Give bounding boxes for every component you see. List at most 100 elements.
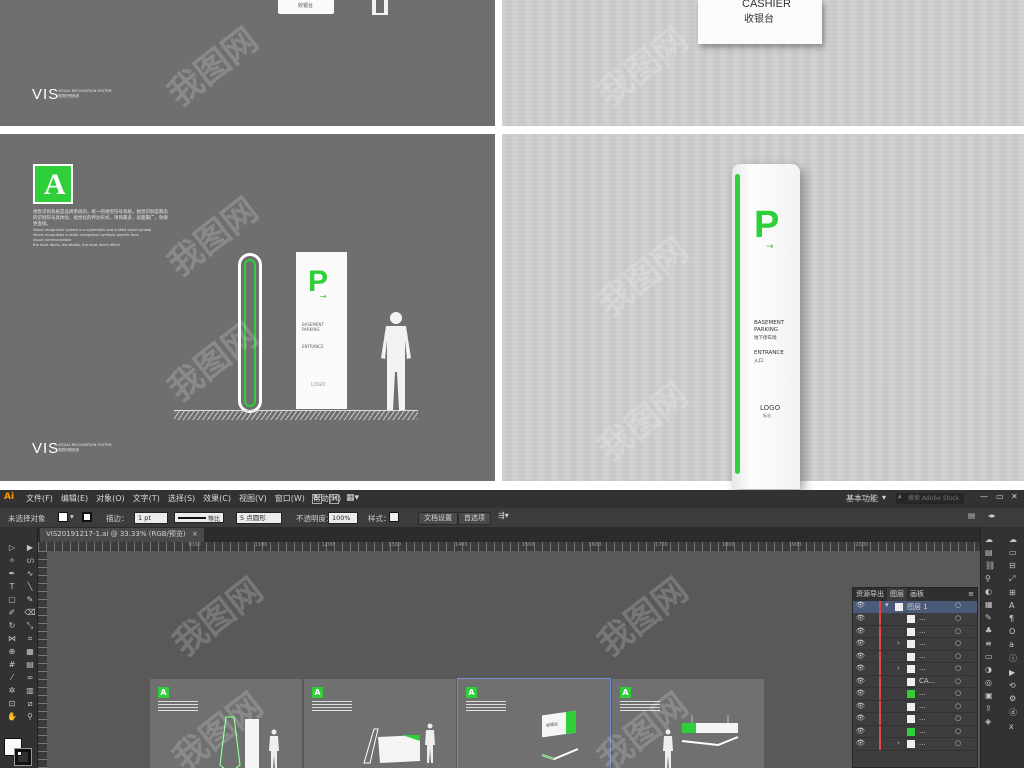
lasso-tool-icon[interactable]: ഗ <box>24 555 36 566</box>
selection-tool-icon[interactable]: ▷ <box>6 542 18 553</box>
stock-search[interactable]: ⌕ <box>896 493 964 504</box>
menu-file[interactable]: 文件(F) <box>22 492 57 506</box>
maximize-icon[interactable]: ▭ <box>996 492 1004 501</box>
stock-search-input[interactable] <box>908 494 962 503</box>
visibility-eye-icon[interactable]: 👁 <box>856 727 865 735</box>
opacity-field[interactable]: 100% <box>328 512 358 524</box>
artboard-3[interactable]: A 收银台 <box>457 678 611 768</box>
visibility-eye-icon[interactable]: 👁 <box>856 639 865 647</box>
visibility-eye-icon[interactable]: 👁 <box>856 702 865 710</box>
visibility-eye-icon[interactable]: 👁 <box>856 601 865 609</box>
slice-tool-icon[interactable]: ⧄ <box>24 698 36 709</box>
artboard-2[interactable]: A <box>304 679 456 768</box>
menu-window[interactable]: 窗口(W) <box>271 492 309 506</box>
app-icon[interactable]: Ai <box>4 492 14 502</box>
target-circle-icon[interactable]: ○ <box>955 627 961 635</box>
artboards-icon[interactable]: ▭ <box>1009 548 1017 557</box>
shaper-tool-icon[interactable]: ✐ <box>6 607 18 618</box>
properties-icon[interactable]: ▤ <box>985 548 995 557</box>
paragraph-icon[interactable]: ¶ <box>1009 614 1017 623</box>
visibility-eye-icon[interactable]: 👁 <box>856 652 865 660</box>
align-icon[interactable]: ⊟ <box>1009 561 1017 570</box>
stock-icon[interactable]: St <box>329 494 339 504</box>
blend-tool-icon[interactable]: ∞ <box>24 672 36 683</box>
target-circle-icon[interactable]: ○ <box>955 601 961 609</box>
curvature-tool-icon[interactable]: ∿ <box>24 568 36 579</box>
visibility-eye-icon[interactable]: 👁 <box>856 714 865 722</box>
direct-selection-tool-icon[interactable]: ▶ <box>24 542 36 553</box>
fill-chevron-icon[interactable]: ▾ <box>70 512 74 521</box>
gradient-tool-icon[interactable]: ▤ <box>24 659 36 670</box>
fill-swatch[interactable] <box>58 512 68 522</box>
panel-collapse-icon[interactable]: ◂▸ <box>988 511 996 520</box>
minimize-icon[interactable]: — <box>980 492 988 501</box>
layer-row[interactable]: 👁 ... ○ <box>853 725 977 738</box>
layer-expand-icon[interactable]: ▾ <box>885 601 889 609</box>
graphic-styles-icon[interactable]: ▣ <box>985 691 995 700</box>
menu-object[interactable]: 对象(O) <box>92 492 129 506</box>
opentype-icon[interactable]: O <box>1009 627 1017 636</box>
panel-menu-icon[interactable]: ≡ <box>968 588 977 601</box>
character-icon[interactable]: A <box>1009 601 1017 610</box>
target-circle-icon[interactable]: ○ <box>955 727 961 735</box>
layer-row[interactable]: 👁 ... ○ <box>853 700 977 713</box>
target-circle-icon[interactable]: ○ <box>955 664 961 672</box>
layer-row[interactable]: 👁 ... ○ <box>853 625 977 638</box>
target-circle-icon[interactable]: ○ <box>955 652 961 660</box>
style-swatch[interactable] <box>389 512 399 522</box>
preferences-button[interactable]: 首选项 <box>458 512 491 525</box>
document-tab[interactable]: VIS20191217-1.ai @ 33.33% (RGB/预览) × <box>40 528 204 542</box>
layer-row[interactable]: 👁 › ... ○ <box>853 738 977 751</box>
layer-expand-icon[interactable]: › <box>897 639 900 647</box>
symbols-icon[interactable]: ♣ <box>985 626 995 635</box>
document-tab-close-icon[interactable]: × <box>192 530 198 538</box>
layer-row-main[interactable]: 👁 ▾ 图层 1 ○ <box>853 601 977 613</box>
tab-artboards[interactable]: 画板 <box>907 588 927 601</box>
target-circle-icon[interactable]: ○ <box>955 714 961 722</box>
visibility-eye-icon[interactable]: 👁 <box>856 627 865 635</box>
target-circle-icon[interactable]: ○ <box>955 702 961 710</box>
layer-row[interactable]: 👁 › ... ○ <box>853 638 977 651</box>
symbol-sprayer-tool-icon[interactable]: ✲ <box>6 685 18 696</box>
visibility-eye-icon[interactable]: 👁 <box>856 677 865 685</box>
magic-wand-tool-icon[interactable]: ✧ <box>6 555 18 566</box>
workspace-chevron-icon[interactable]: ▾ <box>882 493 886 502</box>
layer-row[interactable]: 👁 › ... ○ <box>853 663 977 676</box>
rectangle-tool-icon[interactable]: ▢ <box>6 594 18 605</box>
workspace-switcher[interactable]: 基本功能 <box>846 493 878 504</box>
document-info-icon[interactable]: ⓓ <box>1009 707 1017 718</box>
menu-select[interactable]: 选择(S) <box>164 492 199 506</box>
pathfinder-icon[interactable]: ⊞ <box>1009 588 1017 597</box>
navigator-icon[interactable]: ⚲ <box>985 574 995 583</box>
line-tool-icon[interactable]: ╲ <box>24 581 36 592</box>
target-circle-icon[interactable]: ○ <box>955 689 961 697</box>
menu-view[interactable]: 视图(V) <box>235 492 271 506</box>
eyedropper-tool-icon[interactable]: ⁄ <box>6 672 18 683</box>
canvas[interactable]: A A A 收银台 A 资源导出 图层 画板 ≡ 👁 ▾ 图层 1 ○ 👁 ..… <box>47 551 980 768</box>
layer-row[interactable]: 👁 ... ○ <box>853 713 977 726</box>
width-tool-icon[interactable]: ⋈ <box>6 633 18 644</box>
pen-tool-icon[interactable]: ✒ <box>6 568 18 579</box>
close-icon[interactable]: ✕ <box>1011 492 1018 501</box>
libraries-icon[interactable]: ☁ <box>985 535 995 544</box>
brushes-icon[interactable]: ✎ <box>985 613 995 622</box>
bridge-icon[interactable]: Br <box>312 494 322 504</box>
brush-definition[interactable]: 5 点圆形 <box>236 512 282 524</box>
info-icon[interactable]: ⓘ <box>1009 653 1017 664</box>
perspective-grid-tool-icon[interactable]: ▦ <box>24 646 36 657</box>
arrange-documents-icon[interactable]: ⇶▾ <box>498 511 509 520</box>
graph-tool-icon[interactable]: ▥ <box>24 685 36 696</box>
visibility-eye-icon[interactable]: 👁 <box>856 664 865 672</box>
actions-icon[interactable]: ▶ <box>1009 668 1017 677</box>
hand-tool-icon[interactable]: ✋ <box>6 711 18 722</box>
layer-row[interactable]: 👁 ... ○ <box>853 613 977 626</box>
appearance-icon[interactable]: ◎ <box>985 678 995 687</box>
artboard-4[interactable]: A <box>612 679 764 768</box>
rotate-tool-icon[interactable]: ↻ <box>6 620 18 631</box>
scale-tool-icon[interactable]: ⤡ <box>24 620 36 631</box>
stroke-swatch[interactable] <box>82 512 92 522</box>
target-circle-icon[interactable]: ○ <box>955 639 961 647</box>
variables-icon[interactable]: x <box>1009 722 1017 731</box>
free-transform-tool-icon[interactable]: ⌗ <box>24 633 36 644</box>
stroke-color-swatch[interactable] <box>14 748 32 766</box>
